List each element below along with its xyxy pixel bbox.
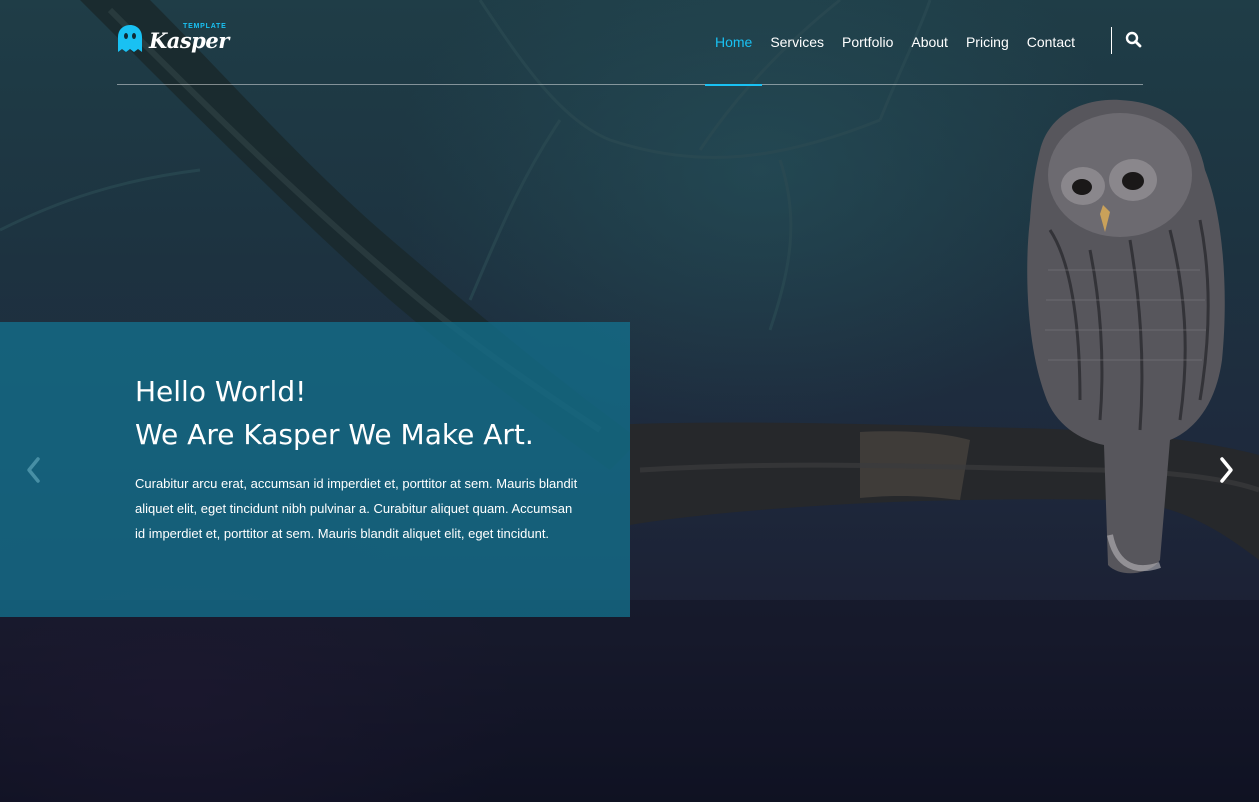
- site-header: TEMPLATE Kasper Home Services Portfolio …: [117, 0, 1143, 86]
- nav-item-home[interactable]: Home: [704, 0, 763, 86]
- slide-title-line-1: Hello World!: [135, 375, 307, 408]
- hero-slider: TEMPLATE Kasper Home Services Portfolio …: [0, 0, 1259, 802]
- chevron-right-icon: [1220, 457, 1233, 483]
- nav-item-about[interactable]: About: [911, 0, 948, 85]
- nav-divider: [1111, 27, 1112, 54]
- nav-item-contact[interactable]: Contact: [1027, 0, 1075, 85]
- slide-description: Curabitur arcu erat, accumsan id imperdi…: [135, 476, 578, 541]
- slide-title: Hello World! We Are Kasper We Make Art.: [135, 370, 534, 456]
- logo[interactable]: TEMPLATE Kasper: [117, 22, 229, 56]
- slider-next-button[interactable]: [1216, 455, 1238, 485]
- ghost-logo-icon: [118, 25, 142, 52]
- search-icon: [1125, 31, 1142, 48]
- main-nav: Home Services Portfolio About Pricing Co…: [697, 0, 1075, 86]
- logo-wordmark: Kasper: [149, 28, 229, 53]
- slide-title-line-2: We Are Kasper We Make Art.: [135, 418, 534, 451]
- slide-caption: Hello World! We Are Kasper We Make Art. …: [0, 322, 630, 617]
- nav-item-pricing[interactable]: Pricing: [966, 0, 1009, 85]
- search-button[interactable]: [1125, 30, 1143, 50]
- nav-item-portfolio[interactable]: Portfolio: [842, 0, 893, 85]
- nav-item-services[interactable]: Services: [770, 0, 824, 85]
